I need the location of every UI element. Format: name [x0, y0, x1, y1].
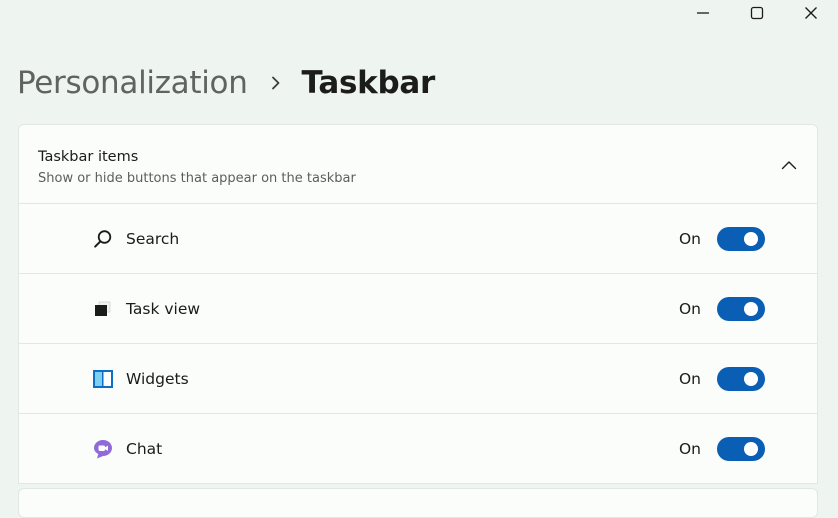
- toggle-knob: [744, 441, 758, 456]
- toggle-state-text: On: [678, 229, 701, 248]
- search-icon: [92, 228, 114, 250]
- minimize-icon: [697, 12, 709, 14]
- toggle-state-text: On: [678, 299, 701, 318]
- widgets-toggle[interactable]: [717, 366, 765, 391]
- next-settings-card[interactable]: [18, 488, 818, 518]
- toggle-knob: [744, 231, 758, 246]
- setting-row-search: Search On: [18, 204, 818, 274]
- setting-row-chat: Chat On: [18, 414, 818, 484]
- chat-icon: [92, 438, 114, 460]
- taskbar-items-section: Taskbar items Show or hide buttons that …: [18, 124, 818, 484]
- widgets-icon: [92, 368, 114, 390]
- minimize-button[interactable]: [676, 0, 730, 26]
- close-button[interactable]: [784, 0, 838, 26]
- task-view-icon: [92, 298, 114, 320]
- toggle-knob: [744, 301, 758, 316]
- breadcrumb: Personalization Taskbar: [17, 60, 435, 106]
- chat-toggle[interactable]: [717, 436, 765, 461]
- page-title: Taskbar: [301, 65, 436, 101]
- setting-row-task-view: Task view On: [18, 274, 818, 344]
- setting-row-widgets: Widgets On: [18, 344, 818, 414]
- search-toggle[interactable]: [717, 226, 765, 251]
- section-title: Taskbar items: [38, 149, 139, 165]
- setting-label: Chat: [126, 439, 163, 458]
- close-icon: [805, 7, 817, 19]
- toggle-state-text: On: [678, 369, 701, 388]
- window-caption-bar: [676, 0, 838, 26]
- task-view-toggle[interactable]: [717, 296, 765, 321]
- breadcrumb-parent-link[interactable]: Personalization: [17, 65, 248, 101]
- chevron-right-icon: [270, 76, 282, 90]
- setting-label: Widgets: [126, 369, 189, 388]
- maximize-button[interactable]: [730, 0, 784, 26]
- taskbar-items-expander[interactable]: Taskbar items Show or hide buttons that …: [18, 124, 818, 204]
- setting-label: Task view: [126, 299, 201, 318]
- setting-label: Search: [126, 229, 180, 248]
- chevron-up-icon[interactable]: [781, 155, 797, 174]
- section-subtitle: Show or hide buttons that appear on the …: [38, 171, 356, 186]
- maximize-icon: [750, 6, 764, 20]
- toggle-knob: [744, 371, 758, 386]
- toggle-state-text: On: [678, 439, 701, 458]
